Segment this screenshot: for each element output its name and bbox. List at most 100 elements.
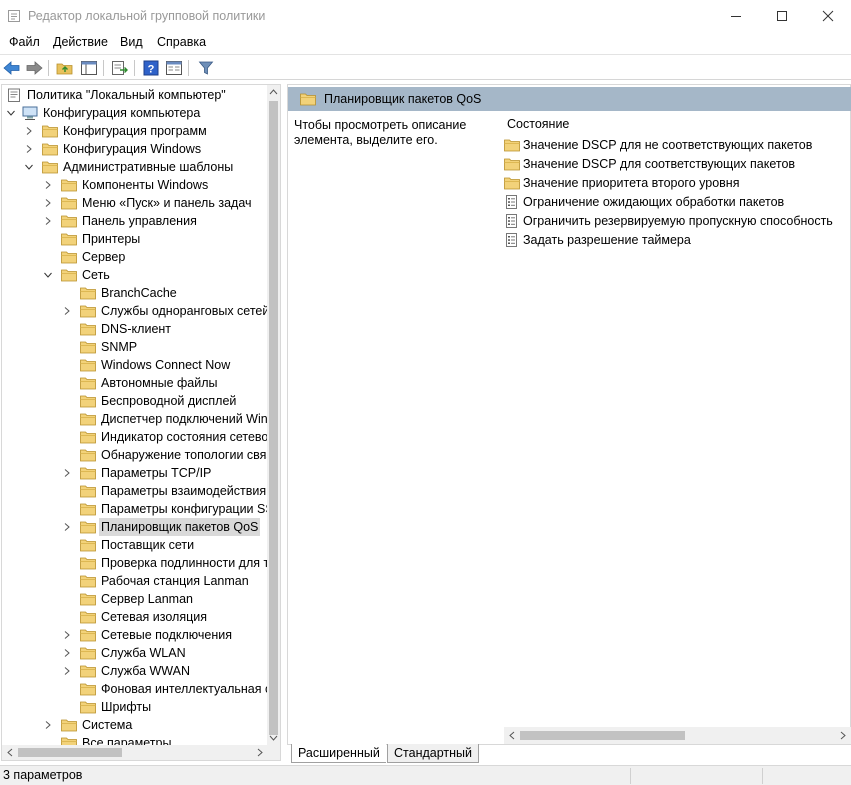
- folder-icon: [80, 557, 96, 570]
- folder-icon: [504, 139, 520, 152]
- folder-icon: [61, 251, 77, 264]
- menu-view[interactable]: Вид: [120, 35, 143, 49]
- tree-node-label: DNS-клиент: [101, 322, 172, 336]
- export-list-button[interactable]: [110, 58, 130, 78]
- folder-icon: [61, 269, 77, 282]
- details-horizontal-scrollbar[interactable]: [504, 727, 851, 744]
- chevron-right-icon[interactable]: [25, 127, 33, 135]
- tree-node-label: Беспроводной дисплей: [101, 394, 237, 408]
- tree-node-label: Служба WLAN: [101, 646, 186, 660]
- export-list-icon: [112, 61, 128, 75]
- folder-icon: [80, 431, 96, 444]
- policy-setting-icon: [506, 233, 517, 247]
- description-text: Чтобы просмотреть описание элемента, выд…: [294, 118, 467, 147]
- scroll-right-icon[interactable]: [256, 748, 264, 757]
- chevron-right-icon[interactable]: [44, 199, 52, 207]
- tree-node-label: Система: [82, 718, 133, 732]
- folder-icon: [42, 161, 58, 174]
- minimize-icon: [731, 16, 741, 17]
- tab-extended[interactable]: Расширенный: [291, 744, 386, 763]
- chevron-down-icon[interactable]: [44, 271, 52, 279]
- chevron-right-icon[interactable]: [44, 721, 52, 729]
- tab-standard[interactable]: Стандартный: [387, 744, 479, 763]
- tree-horizontal-scroll-thumb[interactable]: [18, 748, 122, 757]
- scroll-left-icon[interactable]: [6, 748, 14, 757]
- tree-node-label: Автономные файлы: [101, 376, 218, 390]
- details-header-title: Планировщик пакетов QoS: [324, 92, 482, 106]
- folder-icon: [80, 287, 96, 300]
- scroll-down-icon[interactable]: [269, 734, 278, 742]
- chevron-right-icon[interactable]: [63, 631, 71, 639]
- folder-icon: [300, 93, 316, 106]
- chevron-right-icon[interactable]: [63, 469, 71, 477]
- menu-file[interactable]: Файл: [9, 35, 40, 49]
- folder-icon: [80, 611, 96, 624]
- tree-vertical-scroll-thumb[interactable]: [269, 101, 278, 735]
- tree-node-label: Конфигурация программ: [63, 124, 207, 138]
- folder-icon: [80, 377, 96, 390]
- folder-icon: [80, 341, 96, 354]
- chevron-right-icon[interactable]: [63, 307, 71, 315]
- tree-node-label: SNMP: [101, 340, 138, 354]
- tree-vertical-scrollbar[interactable]: [267, 85, 280, 745]
- chevron-right-icon[interactable]: [44, 217, 52, 225]
- scroll-right-icon[interactable]: [839, 731, 847, 740]
- chevron-right-icon[interactable]: [63, 523, 71, 531]
- console-tree-icon: [81, 61, 97, 75]
- chevron-right-icon[interactable]: [44, 181, 52, 189]
- close-icon: [822, 10, 834, 22]
- filter-button[interactable]: [196, 58, 216, 78]
- svg-text:?: ?: [148, 64, 155, 76]
- menu-bar: Файл Действие Вид Справка: [0, 32, 851, 53]
- chevron-right-icon[interactable]: [63, 667, 71, 675]
- folder-icon: [80, 593, 96, 606]
- folder-icon: [80, 467, 96, 480]
- tree-horizontal-scrollbar[interactable]: [2, 745, 268, 760]
- show-hide-tree-button[interactable]: [79, 58, 99, 78]
- maximize-button[interactable]: [759, 0, 805, 32]
- folder-icon: [80, 305, 96, 318]
- folder-icon: [61, 197, 77, 210]
- menu-help[interactable]: Справка: [157, 35, 206, 49]
- back-button[interactable]: [2, 58, 22, 78]
- tree-node-label: Принтеры: [82, 232, 141, 246]
- menu-action[interactable]: Действие: [53, 35, 108, 49]
- chevron-down-icon[interactable]: [25, 163, 33, 171]
- forward-arrow-icon: [26, 61, 43, 75]
- chevron-right-icon[interactable]: [63, 649, 71, 657]
- tree-node-label: Сервер Lanman: [101, 592, 193, 606]
- column-header-state[interactable]: Состояние: [507, 117, 569, 131]
- computer-icon: [22, 106, 38, 120]
- tree-node-label: Параметры TCP/IP: [101, 466, 212, 480]
- policy-editor-icon: [8, 10, 20, 22]
- tree-node-label: Политика "Локальный компьютер": [27, 88, 226, 102]
- tree-node-label: Проверка подлинности для те: [101, 556, 268, 570]
- folder-icon: [80, 539, 96, 552]
- close-button[interactable]: [805, 0, 851, 32]
- minimize-button[interactable]: [713, 0, 759, 32]
- filter-icon: [198, 61, 214, 75]
- folder-icon: [61, 719, 77, 732]
- extended-view-button[interactable]: [164, 58, 184, 78]
- scroll-up-icon[interactable]: [269, 88, 278, 96]
- forward-button[interactable]: [24, 58, 44, 78]
- list-item-label: Значение DSCP для не соответствующих пак…: [523, 138, 813, 152]
- chevron-right-icon[interactable]: [25, 145, 33, 153]
- chevron-down-icon[interactable]: [7, 109, 15, 117]
- help-button[interactable]: ?: [141, 58, 161, 78]
- scroll-left-icon[interactable]: [508, 731, 516, 740]
- tree-node-label: Сервер: [82, 250, 126, 264]
- folder-icon: [61, 737, 77, 745]
- folder-icon: [61, 233, 77, 246]
- console-tree: Политика "Локальный компьютер" Конфигурац…: [2, 85, 268, 745]
- policy-setting-icon: [506, 195, 517, 209]
- tree-node-label: Административные шаблоны: [63, 160, 234, 174]
- tree-node-label: Windows Connect Now: [101, 358, 231, 372]
- details-horizontal-scroll-thumb[interactable]: [520, 731, 685, 740]
- toolbar: ?: [0, 54, 851, 80]
- folder-icon: [80, 629, 96, 642]
- tree-node-label: Все параметры: [82, 736, 172, 745]
- window-title: Редактор локальной групповой политики: [28, 9, 266, 23]
- up-level-button[interactable]: [55, 58, 75, 78]
- tree-node-label: Параметры взаимодействия к: [101, 484, 268, 498]
